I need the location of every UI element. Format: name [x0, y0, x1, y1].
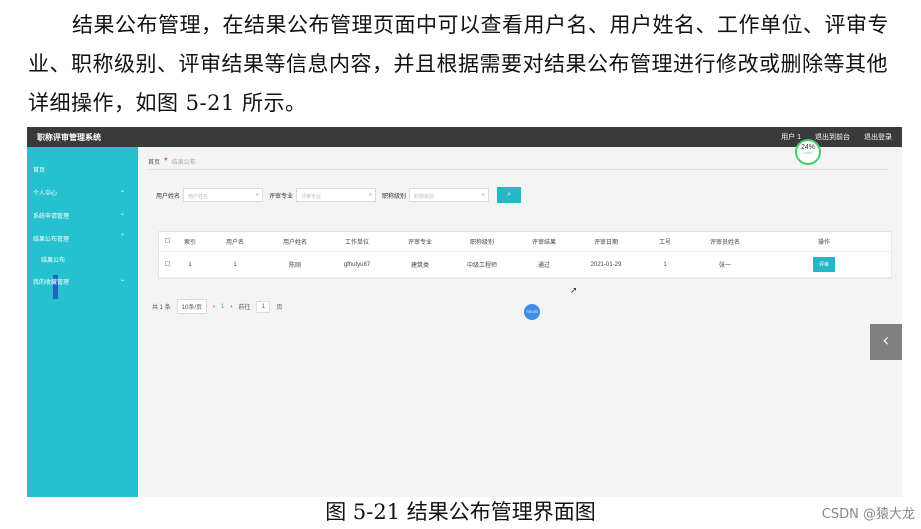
mouse-cursor-icon: ➚ — [570, 285, 578, 295]
search-bar: 用户姓名 用户姓名 ⌕ 评审专业 评审专业 ⌕ 职称级别 职称级别 ⌕ ⌕ — [156, 187, 522, 203]
table-cell: 1 — [663, 261, 667, 268]
table-cell: 中级工程师 — [466, 263, 497, 269]
top-bar: 职称评审管理系统 用户 1 退出到前台 退出登录 — [27, 127, 902, 147]
table-cell: 1 — [188, 261, 192, 268]
goto-label: 前往 — [238, 305, 251, 311]
select-all-checkbox[interactable] — [159, 238, 175, 245]
intro-text: 结果公布管理，在结果公布管理页面中可以查看用户名、用户姓名、工作单位、评审专业、… — [28, 13, 889, 115]
sidebar-item-results[interactable]: 结果公布管理 ⌃ — [33, 234, 133, 243]
heart-icon: ♥ — [164, 157, 168, 163]
sidebar-item-personal[interactable]: 个人中心 ⌄ — [33, 188, 133, 197]
placeholder: 用户姓名 — [188, 194, 209, 200]
sidebar-item-label: 结果公布管理 — [33, 237, 70, 243]
sidebar-item-label: 个人中心 — [33, 191, 58, 197]
operation-cell: 评审 — [757, 257, 891, 272]
table-cell: 2021-01-29 — [590, 261, 622, 268]
breadcrumb-home[interactable]: 首页 — [148, 157, 160, 166]
chevron-down-icon: ⌄ — [119, 211, 125, 217]
level-search-input[interactable]: 职称级别 ⌕ — [409, 188, 490, 202]
watermark: CSDN @猿大龙 — [821, 507, 915, 522]
sidebar-item-favorites[interactable]: 我的收藏管理 ⌄ — [33, 277, 133, 286]
goto-page-input[interactable]: 1 — [256, 300, 271, 313]
main-content: 首页 ♥ 结果公布 用户姓名 用户姓名 ⌕ 评审专业 评审专业 ⌕ 职称级别 职称级… — [138, 147, 902, 497]
app-screenshot: 职称评审管理系统 用户 1 退出到前台 退出登录 首页 个人中心 ⌄ 系统申请管理… — [27, 127, 902, 497]
search-label-major: 评审专业 — [269, 193, 294, 200]
sidebar-item-apply[interactable]: 系统申请管理 ⌄ — [33, 211, 133, 220]
gauge-percent: 24% — [800, 144, 815, 151]
chevron-down-icon: ⌄ — [119, 188, 125, 194]
sidebar-item-label: 首页 — [33, 168, 46, 174]
search-label-name: 用户姓名 — [156, 193, 181, 200]
sidebar-item-label: 我的收藏管理 — [33, 280, 70, 286]
column-header: 用户姓名 — [282, 240, 307, 246]
column-header: 评审员姓名 — [709, 240, 740, 246]
column-header: 工号 — [658, 240, 671, 246]
next-page-button[interactable]: › — [230, 304, 232, 310]
top-menu: 用户 1 退出到前台 退出登录 — [781, 132, 892, 142]
major-search-input[interactable]: 评审专业 ⌕ — [296, 188, 377, 202]
intro-paragraph: 结果公布管理，在结果公布管理页面中可以查看用户名、用户姓名、工作单位、评审专业、… — [28, 6, 908, 123]
goto-suffix: 页 — [276, 305, 283, 311]
column-header: 用户名 — [225, 240, 244, 246]
column-header: 索引 — [183, 240, 196, 246]
column-header: 评审结果 — [531, 240, 556, 246]
current-page[interactable]: 1 — [221, 304, 224, 310]
chevron-down-icon: ⌄ — [119, 277, 125, 283]
total-count: 共 1 条 — [152, 305, 171, 311]
search-button[interactable]: ⌕ — [497, 187, 522, 203]
chevron-left-icon[interactable]: ‹ — [870, 324, 902, 360]
column-header: 评审日期 — [593, 240, 618, 246]
column-header: 工作单位 — [344, 240, 369, 246]
breadcrumb: 首页 ♥ 结果公布 — [148, 157, 196, 166]
table-cell: 张一 — [718, 263, 731, 269]
logout-link[interactable]: 退出登录 — [864, 132, 892, 142]
table-cell: 通过 — [537, 263, 550, 269]
table-cell: gfhutyu87 — [343, 261, 371, 268]
sidebar-item-home[interactable]: 首页 — [33, 165, 133, 174]
app-title: 职称评审管理系统 — [37, 133, 101, 142]
chevron-up-icon: ⌃ — [119, 234, 125, 240]
placeholder: 职称级别 — [414, 194, 435, 200]
goto-frontend-link[interactable]: 退出到前台 — [815, 132, 850, 142]
sidebar-item-label: 系统申请管理 — [33, 214, 70, 220]
search-label-level: 职称级别 — [382, 193, 407, 200]
user-menu[interactable]: 用户 1 — [781, 132, 801, 142]
column-header: 评审专业 — [407, 240, 432, 246]
search-icon: ⌕ — [368, 192, 373, 198]
table-cell: 陈刚 — [288, 263, 301, 269]
sidebar: 首页 个人中心 ⌄ 系统申请管理 ⌄ 结果公布管理 ⌃ 结果公布 我的收藏管理 ⌄ — [27, 147, 138, 497]
sidebar-subitem-results[interactable]: 结果公布 — [41, 255, 65, 264]
gauge-speed: 0.3K/s — [803, 151, 813, 155]
pagination: 共 1 条 10条/页 ‹ 1 › 前往 1 页 — [152, 299, 282, 314]
table-cell: 建筑类 — [410, 263, 429, 269]
row-checkbox[interactable] — [159, 261, 175, 268]
search-icon: ⌕ — [255, 192, 260, 198]
table-row[interactable]: 1 1 陈刚 gfhutyu87 建筑类 中级工程师 通过 2021-01-29… — [159, 252, 891, 278]
search-icon: ⌕ — [481, 192, 486, 198]
floating-badge: 9/0.09 — [524, 304, 540, 320]
placeholder: 评审专业 — [301, 194, 322, 200]
column-header: 操作 — [817, 240, 830, 246]
prev-page-button[interactable]: ‹ — [213, 304, 215, 310]
network-gauge: 24% 0.3K/s — [795, 139, 821, 165]
results-table: 索引 用户名 用户姓名 工作单位 评审专业 职称级别 评审结果 评审日期 工号 … — [158, 231, 892, 279]
name-search-input[interactable]: 用户姓名 ⌕ — [183, 188, 264, 202]
review-button[interactable]: 评审 — [812, 257, 835, 272]
breadcrumb-current: 结果公布 — [171, 160, 196, 166]
table-cell: 1 — [233, 261, 237, 268]
page-size-select[interactable]: 10条/页 — [176, 299, 208, 314]
divider — [148, 169, 888, 170]
table-header: 索引 用户名 用户姓名 工作单位 评审专业 职称级别 评审结果 评审日期 工号 … — [159, 232, 891, 252]
column-header: 职称级别 — [469, 240, 494, 246]
figure-caption: 图 5-21 结果公布管理界面图 — [325, 500, 596, 524]
